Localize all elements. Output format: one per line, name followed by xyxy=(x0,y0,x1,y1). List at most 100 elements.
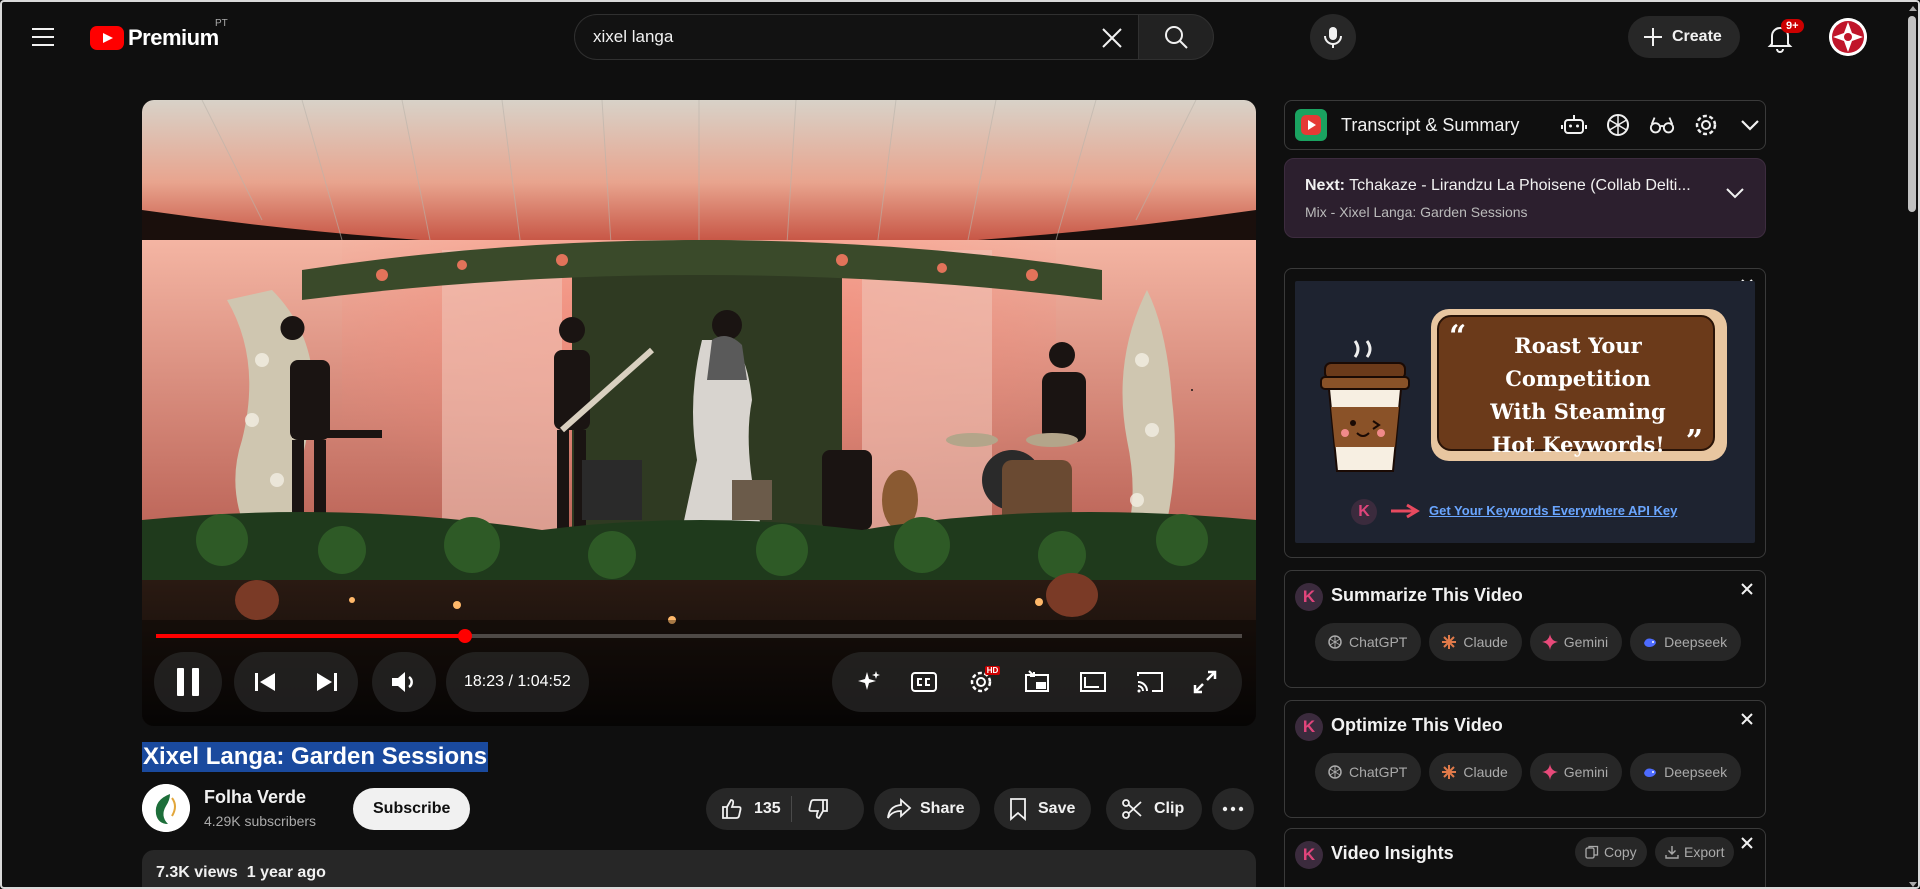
more-actions-button[interactable] xyxy=(1212,788,1254,830)
optimize-claude-chip[interactable]: Claude xyxy=(1429,753,1522,791)
theater-mode-button[interactable] xyxy=(1079,671,1107,693)
share-button[interactable]: Share xyxy=(874,788,981,830)
deepseek-icon xyxy=(1644,768,1657,777)
coffee-cup-icon xyxy=(1320,340,1410,472)
chip-label: Claude xyxy=(1463,764,1508,780)
save-button[interactable]: Save xyxy=(994,788,1092,830)
video-insights-panel: K Video Insights Copy Export xyxy=(1284,828,1766,887)
summarize-chips: ChatGPT Claude Gemini Deepseek xyxy=(1315,623,1742,661)
transcript-summary-bar: Transcript & Summary xyxy=(1284,100,1766,150)
up-next-card[interactable]: Next: Tchakaze - Lirandzu La Phoisene (C… xyxy=(1284,158,1766,238)
view-count: 7.3K views xyxy=(156,864,238,881)
summarize-claude-chip[interactable]: Claude xyxy=(1429,623,1522,661)
description-box[interactable]: 7.3K views 1 year ago xyxy=(142,850,1256,887)
scissors-icon xyxy=(1122,799,1142,819)
plus-icon xyxy=(1644,28,1662,46)
menu-icon[interactable] xyxy=(32,22,62,52)
keywords-k-logo: K xyxy=(1295,583,1323,611)
share-label: Share xyxy=(920,800,965,817)
voice-search-button[interactable] xyxy=(1310,14,1356,60)
youtube-premium-logo[interactable]: Premium PT xyxy=(90,18,228,52)
arrow-right-icon xyxy=(1391,503,1420,519)
reading-glasses-button[interactable] xyxy=(1649,112,1675,138)
subscribe-button[interactable]: Subscribe xyxy=(353,788,471,830)
video-frame xyxy=(142,100,1256,726)
next-title: Tchakaze - Lirandzu La Phoisene (Collab … xyxy=(1349,177,1691,194)
summarize-gemini-chip[interactable]: Gemini xyxy=(1529,623,1623,661)
insights-title: Video Insights xyxy=(1331,843,1454,863)
search-input[interactable] xyxy=(593,27,1133,47)
settings-button[interactable]: HD xyxy=(967,666,1001,696)
transcript-toolbar xyxy=(1561,112,1763,138)
clip-button[interactable]: Clip xyxy=(1106,788,1203,830)
export-button[interactable]: Export xyxy=(1655,837,1735,867)
chevron-down-icon[interactable] xyxy=(1725,187,1745,199)
thumbs-down-icon xyxy=(808,799,828,819)
close-icon[interactable] xyxy=(1739,711,1755,727)
ai-sparkle-button[interactable] xyxy=(856,669,882,695)
ad-line: With Steaming xyxy=(1490,399,1666,424)
pause-button[interactable] xyxy=(154,652,222,712)
optimize-deepseek-chip[interactable]: Deepseek xyxy=(1630,753,1742,791)
chip-label: Deepseek xyxy=(1664,764,1728,780)
export-label: Export xyxy=(1684,844,1725,860)
chip-label: Gemini xyxy=(1563,764,1609,780)
logo-text: Premium xyxy=(128,25,219,50)
chatgpt-icon xyxy=(1328,765,1342,779)
transcript-title[interactable]: Transcript & Summary xyxy=(1341,115,1547,136)
like-count: 135 xyxy=(754,800,781,817)
copy-button[interactable]: Copy xyxy=(1575,837,1647,867)
transcript-expand-button[interactable] xyxy=(1737,112,1763,138)
summarize-title: Summarize This Video xyxy=(1331,585,1523,605)
close-icon[interactable] xyxy=(1739,581,1755,597)
scroll-down-arrow-icon[interactable] xyxy=(1909,882,1917,887)
channel-avatar[interactable] xyxy=(142,784,190,832)
deepseek-icon xyxy=(1644,638,1657,647)
clear-search-icon[interactable] xyxy=(1098,24,1126,52)
channel-name[interactable]: Folha Verde xyxy=(204,787,306,808)
scroll-up-arrow-icon[interactable] xyxy=(1909,6,1917,11)
optimize-gemini-chip[interactable]: Gemini xyxy=(1529,753,1623,791)
time-display: 18:23 / 1:04:52 xyxy=(446,652,589,712)
subscriber-count: 4.29K subscribers xyxy=(204,813,317,829)
summarize-deepseek-chip[interactable]: Deepseek xyxy=(1630,623,1742,661)
mute-button[interactable] xyxy=(372,652,436,712)
ad-speech-bubble: “ Roast Your Competition With Steaming H… xyxy=(1431,309,1727,461)
api-key-link[interactable]: Get Your Keywords Everywhere API Key xyxy=(1429,503,1677,518)
miniplayer-button[interactable] xyxy=(1023,669,1051,695)
fullscreen-button[interactable] xyxy=(1192,669,1218,695)
theater-mode-icon xyxy=(1080,672,1107,692)
chip-label: Deepseek xyxy=(1664,634,1728,650)
ad-banner[interactable]: “ Roast Your Competition With Steaming H… xyxy=(1295,281,1755,543)
dislike-button[interactable] xyxy=(792,797,844,821)
claude-icon xyxy=(1442,765,1457,779)
chatgpt-button[interactable] xyxy=(1605,112,1631,138)
previous-button[interactable] xyxy=(253,671,277,693)
logo-region: PT xyxy=(215,18,228,29)
transcript-logo-icon xyxy=(1295,109,1327,141)
like-button[interactable]: 135 xyxy=(706,797,791,821)
close-icon[interactable] xyxy=(1739,835,1755,851)
captions-button[interactable] xyxy=(910,671,938,693)
search-button[interactable] xyxy=(1138,14,1214,60)
transcript-settings-button[interactable] xyxy=(1693,112,1719,138)
keywords-everywhere-ad: “ Roast Your Competition With Steaming H… xyxy=(1284,268,1766,558)
account-avatar[interactable] xyxy=(1829,18,1867,56)
optimize-chatgpt-chip[interactable]: ChatGPT xyxy=(1315,753,1422,791)
video-player[interactable]: 18:23 / 1:04:52 HD xyxy=(142,100,1256,726)
create-button[interactable]: Create xyxy=(1628,16,1740,58)
summarize-chatgpt-chip[interactable]: ChatGPT xyxy=(1315,623,1422,661)
bookmark-icon xyxy=(1010,798,1026,821)
progress-bar[interactable] xyxy=(156,629,1242,643)
cast-button[interactable] xyxy=(1136,670,1164,694)
copy-icon xyxy=(1585,845,1599,859)
summarize-panel: K Summarize This Video ChatGPT Claude Ge… xyxy=(1284,570,1766,688)
ad-line: Hot Keywords! xyxy=(1491,432,1665,457)
next-button[interactable] xyxy=(315,671,339,693)
scrubber-handle[interactable] xyxy=(457,629,472,643)
claude-icon xyxy=(1442,635,1457,649)
scrollbar-thumb[interactable] xyxy=(1908,16,1916,212)
robot-button[interactable] xyxy=(1561,112,1587,138)
robot-icon xyxy=(1561,115,1587,134)
page-scrollbar[interactable] xyxy=(1905,2,1918,887)
